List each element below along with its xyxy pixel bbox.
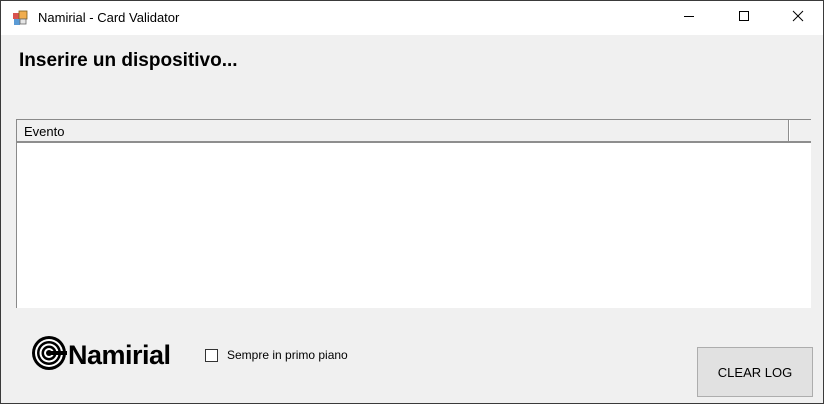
app-window: Namirial - Card Validator Inserire un di… bbox=[0, 0, 824, 404]
event-list-body[interactable] bbox=[17, 143, 811, 308]
checkbox-box[interactable] bbox=[205, 348, 218, 362]
title-bar[interactable]: Namirial - Card Validator bbox=[1, 1, 823, 35]
status-heading: Inserire un dispositivo... bbox=[19, 50, 238, 71]
close-icon bbox=[792, 9, 804, 27]
column-header-label: Evento bbox=[24, 124, 65, 139]
event-list[interactable]: Evento bbox=[16, 119, 811, 308]
column-header-evento[interactable]: Evento bbox=[17, 120, 789, 141]
app-window-icon bbox=[12, 10, 28, 26]
namirial-logo: Namirial bbox=[31, 335, 171, 376]
maximize-button[interactable] bbox=[720, 1, 768, 35]
event-list-header: Evento bbox=[17, 120, 811, 143]
maximize-icon bbox=[738, 9, 750, 27]
minimize-icon bbox=[683, 9, 695, 27]
checkbox-label: Sempre in primo piano bbox=[227, 348, 348, 362]
close-button[interactable] bbox=[774, 1, 822, 35]
column-header-filler bbox=[789, 120, 811, 141]
always-on-top-checkbox[interactable]: Sempre in primo piano bbox=[205, 348, 348, 362]
clear-log-button[interactable]: CLEAR LOG bbox=[697, 347, 813, 397]
logo-text: Namirial bbox=[68, 339, 171, 370]
window-title: Namirial - Card Validator bbox=[38, 10, 180, 25]
minimize-button[interactable] bbox=[665, 1, 713, 35]
namirial-logo-icon bbox=[31, 335, 67, 376]
